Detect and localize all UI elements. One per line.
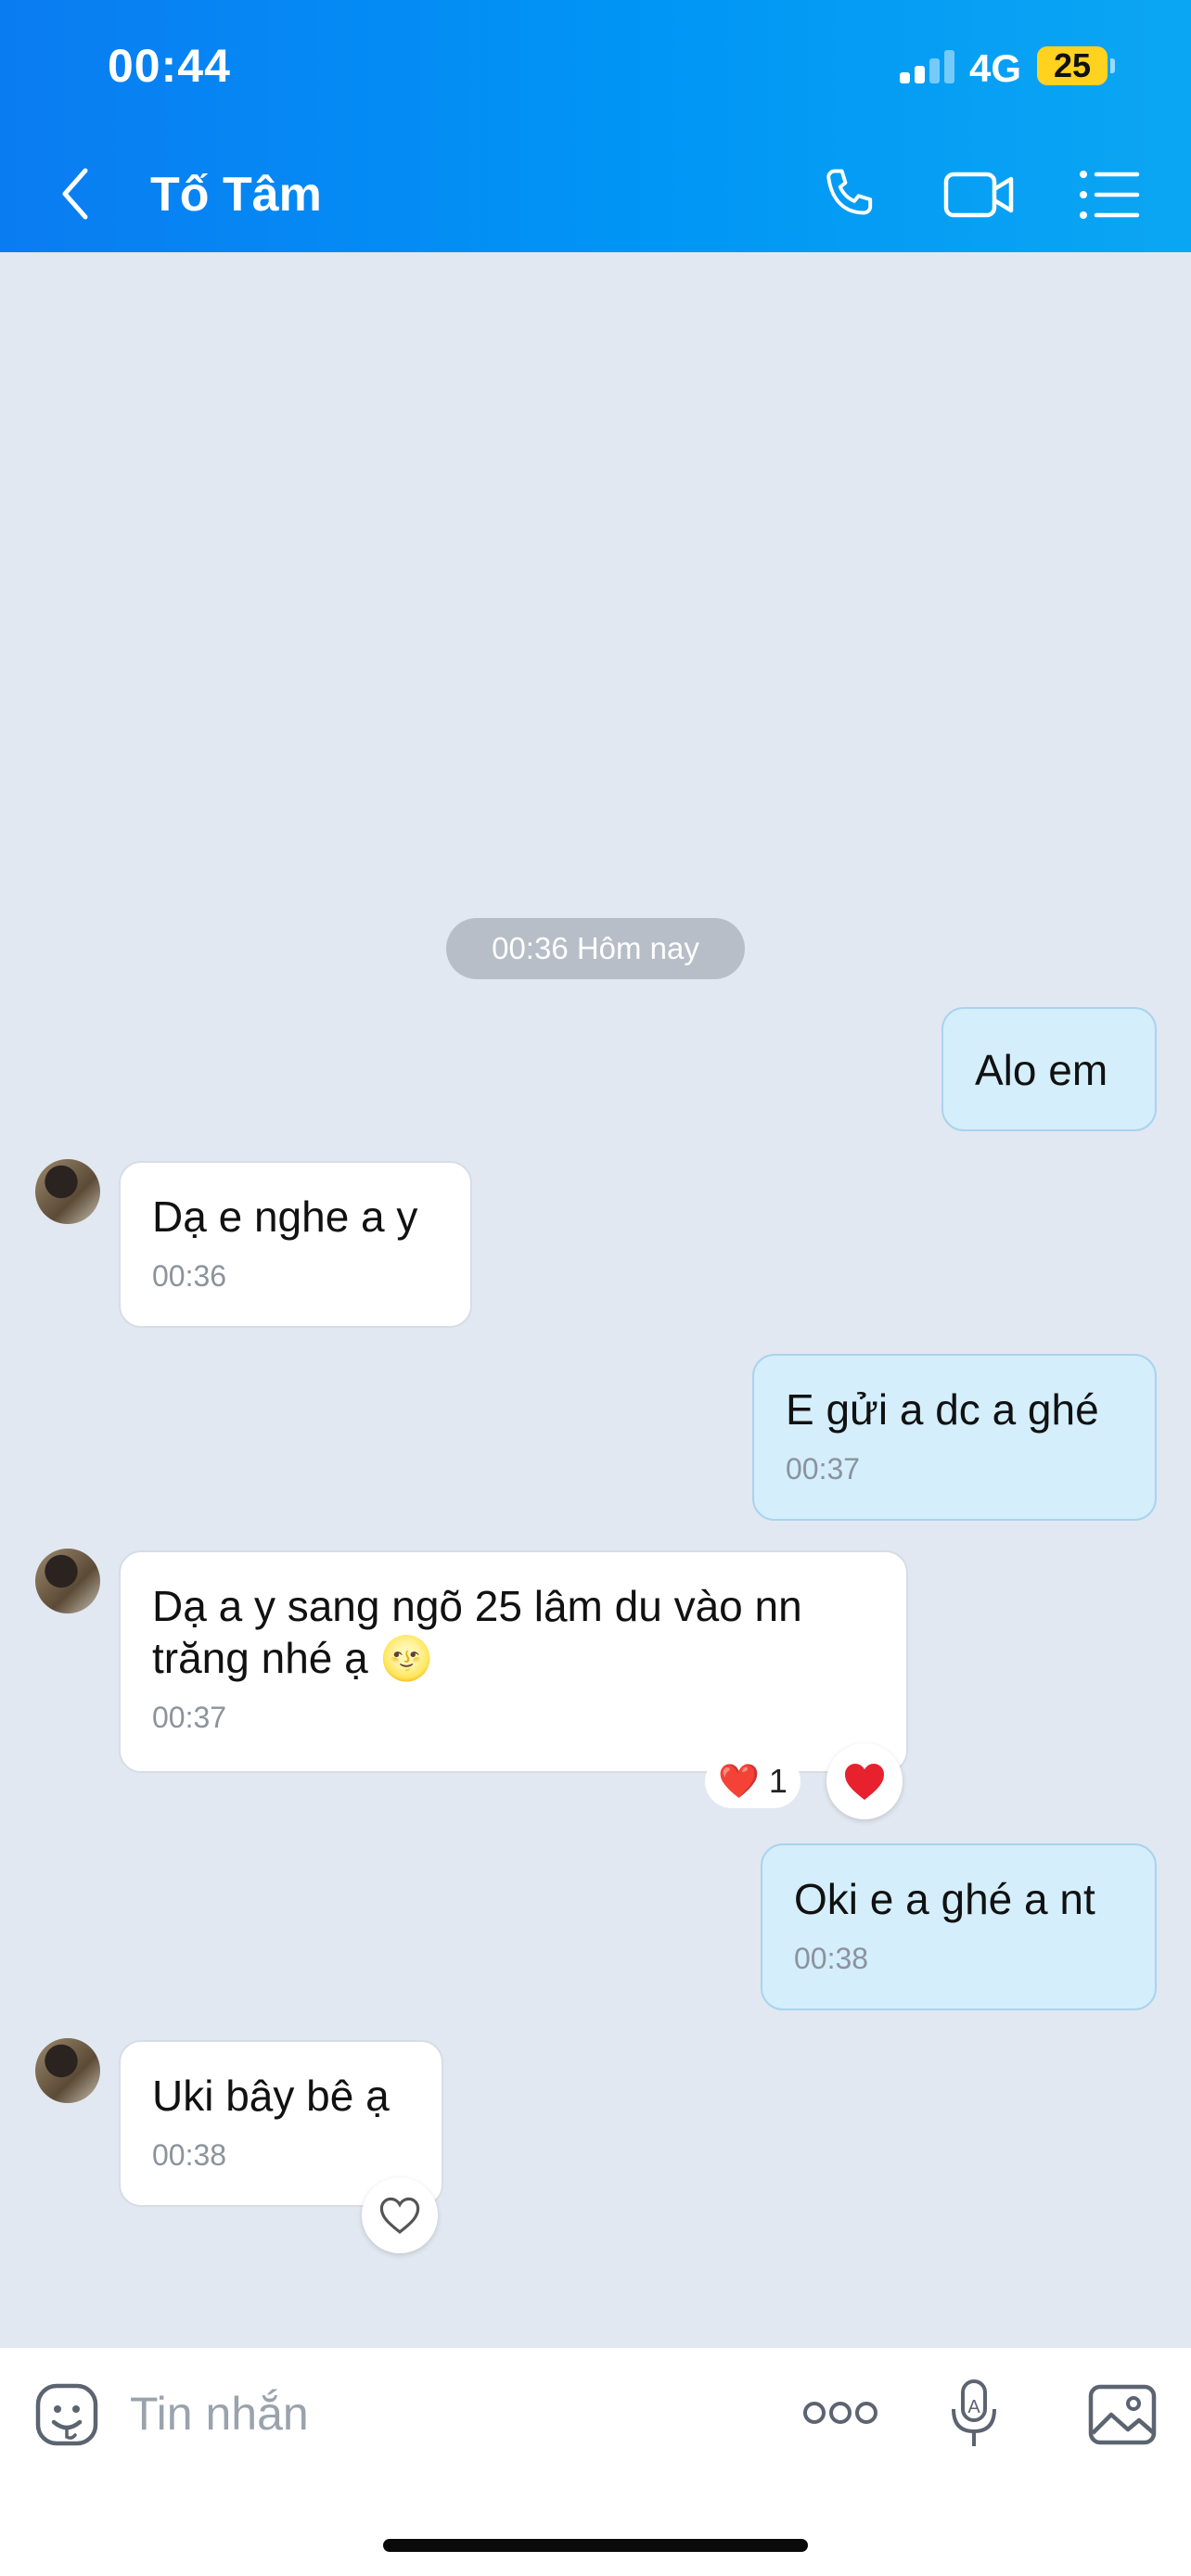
call-button[interactable] [816,161,883,228]
sticker-button[interactable] [33,2381,100,2448]
message-text: Dạ e nghe a y [152,1192,418,1241]
contact-name[interactable]: Tố Tâm [150,167,322,223]
options-menu-button[interactable] [1076,161,1143,228]
reaction-count: 1 [768,1762,788,1800]
message-bubble-outgoing[interactable]: Alo em [941,1007,1157,1131]
message-time: 00:36 [152,1259,227,1293]
image-icon [1088,2384,1157,2445]
sticker-icon [35,2383,98,2446]
message-text: Uki bây bê ạ [152,2072,390,2120]
message-time: 00:38 [794,1942,869,1975]
avatar[interactable] [35,2038,100,2103]
react-button[interactable] [362,2177,438,2253]
avatar[interactable] [35,1159,100,1224]
video-call-icon [943,172,1014,218]
image-button[interactable] [1087,2381,1158,2448]
voice-to-text-button[interactable]: A [946,2378,1002,2452]
message-bubble-outgoing[interactable]: Oki e a ghé a nt 00:38 [761,1843,1157,2010]
home-indicator[interactable] [383,2539,808,2552]
message-bubble-incoming[interactable]: Dạ e nghe a y 00:36 [119,1161,472,1328]
message-time: 00:38 [152,2138,227,2172]
message-text: Alo em [975,1046,1108,1094]
heart-outline-icon [379,2197,420,2235]
message-time: 00:37 [152,1701,227,1734]
battery-tip [1110,58,1115,73]
message-text: Oki e a ghé a nt [794,1875,1095,1923]
date-separator: 00:36 Hôm nay [446,918,745,979]
heart-icon: ❤️ [718,1762,760,1800]
message-bubble-incoming[interactable]: Dạ a y sang ngõ 25 lâm du vào nn trăng n… [119,1550,908,1773]
signal-strength-icon [900,50,955,83]
message-input[interactable]: Tin nhắn [130,2381,761,2446]
more-options-button[interactable] [801,2392,879,2433]
voice-to-text-icon: A [952,2379,996,2446]
chat-header: 00:44 4G 25 Tố Tâm [0,0,1191,252]
reaction-summary[interactable]: ❤️ 1 [705,1754,800,1808]
more-options-icon [803,2402,877,2424]
video-call-button[interactable] [942,161,1014,228]
heart-icon [845,1764,884,1800]
status-time: 00:44 [108,40,231,92]
avatar[interactable] [35,1549,100,1613]
menu-list-icon [1080,171,1140,219]
message-bubble-outgoing[interactable]: E gửi a dc a ghé 00:37 [752,1354,1157,1521]
back-chevron-icon [62,168,88,220]
svg-text:A: A [967,2397,980,2417]
battery-level: 25 [1037,46,1108,85]
phone-icon [826,169,873,215]
back-button[interactable] [54,163,100,224]
message-time: 00:37 [786,1452,861,1486]
network-type: 4G [969,46,1022,90]
message-text: E gửi a dc a ghé [786,1385,1099,1434]
react-button[interactable] [826,1743,903,1819]
message-text: Dạ a y sang ngõ 25 lâm du vào nn trăng n… [152,1582,802,1682]
